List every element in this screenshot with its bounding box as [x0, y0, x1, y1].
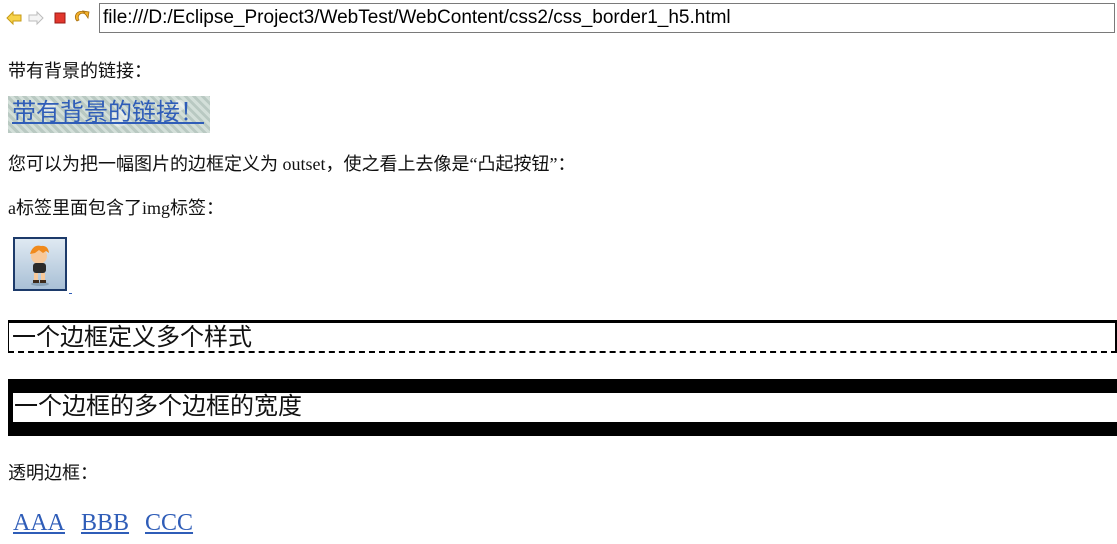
image-link[interactable]: [13, 237, 67, 291]
multi-width-border-box: 一个边框的多个边框的宽度: [8, 379, 1117, 436]
bg-link-caption: 带有背景的链接：: [8, 61, 152, 81]
image-link-underline: [69, 293, 72, 294]
transparent-caption: 透明边框：: [8, 463, 98, 483]
browser-toolbar: file:///D:/Eclipse_Project3/WebTest/WebC…: [0, 0, 1117, 38]
transparent-link-bbb[interactable]: BBB: [76, 505, 134, 541]
forward-icon[interactable]: [28, 10, 44, 26]
outset-caption: 您可以为把一幅图片的边框定义为 outset，使之看上去像是“凸起按钮”：: [8, 154, 576, 174]
boy-avatar-icon: [30, 245, 49, 286]
address-bar[interactable]: file:///D:/Eclipse_Project3/WebTest/WebC…: [99, 3, 1115, 33]
back-icon[interactable]: [6, 10, 22, 26]
refresh-icon[interactable]: [74, 10, 90, 26]
multi-style-border-box: 一个边框定义多个样式: [8, 320, 1117, 353]
transparent-link-aaa[interactable]: AAA: [8, 505, 70, 541]
img-caption: a标签里面包含了img标签：: [8, 198, 224, 218]
transparent-link-ccc[interactable]: CCC: [140, 505, 198, 541]
stop-icon[interactable]: [52, 10, 68, 26]
background-link[interactable]: 带有背景的链接！: [8, 96, 210, 133]
